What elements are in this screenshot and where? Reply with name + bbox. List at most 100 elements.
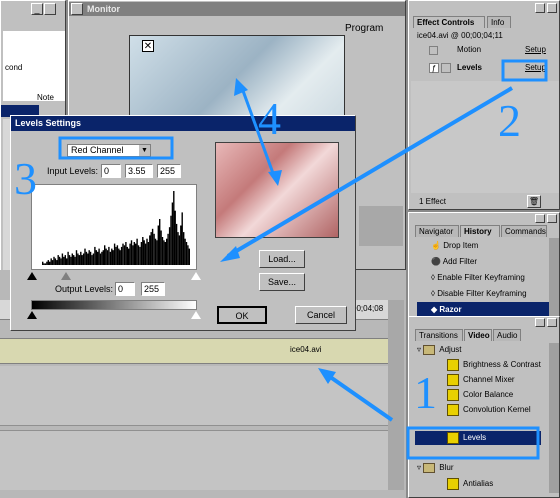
tab-commands[interactable]: Commands (501, 225, 547, 237)
history-item-label: Razor (439, 305, 462, 314)
effect-label: Antialias (463, 479, 494, 488)
output-white-field[interactable]: 255 (141, 282, 165, 296)
load-button[interactable]: Load... (259, 250, 305, 268)
panel-close-button[interactable] (547, 3, 557, 13)
tab-history[interactable]: History (460, 225, 500, 237)
effect-icon (447, 358, 459, 371)
output-white-triangle-icon[interactable] (191, 311, 201, 319)
clip-label: ice04.avi @ 00;00;04;11 (417, 31, 503, 40)
history-minimize-button[interactable] (535, 214, 545, 223)
input-white-field[interactable]: 255 (157, 164, 181, 178)
trash-icon[interactable]: 🗑 (527, 195, 541, 208)
maximize-button[interactable] (44, 3, 56, 15)
histogram (42, 191, 190, 265)
keyframe-toggle-icon[interactable] (441, 63, 451, 73)
histogram-bar (94, 246, 96, 265)
histogram-bar (168, 227, 171, 265)
tab-audio[interactable]: Audio (493, 329, 521, 341)
histogram-bar (92, 253, 95, 265)
levels-setup-link[interactable]: Setup (525, 63, 546, 72)
video-panel-header (409, 317, 559, 329)
histogram-bar (85, 251, 88, 265)
history-item[interactable]: ◊ Enable Filter Keyframing (417, 270, 553, 285)
history-scrollbar[interactable] (549, 238, 559, 318)
cancel-button[interactable]: Cancel (295, 306, 347, 324)
output-black-field[interactable]: 0 (115, 282, 135, 296)
dialog-title: Levels Settings (15, 118, 82, 128)
tab-note[interactable]: Note (37, 93, 54, 102)
video-minimize-button[interactable] (535, 318, 545, 327)
video-close-button[interactable] (547, 318, 557, 327)
black-point-triangle-icon[interactable] (27, 272, 37, 280)
motion-setup-link[interactable]: Setup (525, 45, 546, 54)
histogram-bar (99, 253, 102, 265)
levels-settings-dialog: Levels Settings Red Channel ▼ Input Leve… (10, 115, 356, 331)
histogram-bar (108, 246, 110, 265)
input-gamma-field[interactable]: 3.55 (125, 164, 153, 178)
histogram-bar (132, 245, 134, 265)
input-black-field[interactable]: 0 (101, 164, 121, 178)
channel-select[interactable]: Red Channel ▼ (67, 144, 151, 157)
folder-label: Adjust (439, 345, 462, 354)
close-icon[interactable]: ✕ (142, 40, 154, 52)
checkbox-icon[interactable] (429, 46, 438, 55)
effect-count-status: 1 Effect (419, 197, 446, 206)
video-scrollbar[interactable] (549, 343, 559, 493)
histogram-bar (109, 251, 112, 265)
video-effect-item[interactable]: Antialias (415, 477, 541, 491)
output-black-triangle-icon[interactable] (27, 311, 37, 319)
ok-button[interactable]: OK (217, 306, 267, 324)
tab-navigator[interactable]: Navigator (415, 225, 459, 237)
white-point-triangle-icon[interactable] (191, 272, 201, 280)
history-item[interactable]: ⚫ Add Filter (417, 254, 553, 269)
histogram-bar (187, 245, 189, 265)
gamma-triangle-icon[interactable] (61, 272, 71, 280)
histogram-bar (159, 219, 161, 265)
video-effect-item-selected[interactable]: Levels (415, 431, 541, 445)
callout-number: 1 (414, 367, 437, 418)
fx-toggle-icon[interactable]: ƒ (429, 63, 439, 73)
effect-row-levels[interactable]: ƒ Levels Setup (417, 61, 557, 77)
tab-info[interactable]: Info (487, 16, 511, 28)
save-button[interactable]: Save... (259, 273, 305, 291)
history-item[interactable]: ☝ Drop Item (417, 238, 553, 253)
histogram-bar (113, 243, 116, 265)
histogram-bar (111, 248, 113, 265)
timeline-scrollbar[interactable] (388, 300, 404, 490)
expand-icon[interactable]: ▿ (417, 463, 421, 472)
channel-value: Red Channel (71, 145, 124, 155)
histogram-bar (163, 240, 165, 265)
histogram-bar (149, 235, 151, 265)
effect-row-motion[interactable]: Motion Setup (417, 44, 557, 58)
histogram-bar (175, 223, 178, 265)
panel-minimize-button[interactable] (535, 3, 545, 13)
input-slider-track[interactable] (27, 272, 201, 282)
histogram-bar (46, 261, 48, 265)
effect-icon (447, 388, 459, 401)
motion-label: Motion (457, 45, 482, 54)
tab-effect-controls[interactable]: Effect Controls (413, 16, 485, 28)
history-item[interactable]: ◊ Disable Filter Keyframing (417, 286, 553, 301)
histogram-bar (44, 263, 47, 265)
histogram-bar (73, 255, 75, 265)
history-item-label: Disable Filter Keyframing (437, 289, 527, 298)
history-close-button[interactable] (547, 214, 557, 223)
tab-video[interactable]: Video (464, 329, 492, 341)
histogram-bar (105, 248, 107, 265)
monitor-minimize-button[interactable] (71, 3, 83, 15)
dialog-titlebar[interactable]: Levels Settings (11, 116, 355, 131)
expand-icon[interactable]: ▿ (417, 345, 421, 354)
history-item-selected[interactable]: ◆ Razor (417, 302, 553, 317)
effect-controls-header (409, 1, 559, 17)
folder-adjust[interactable]: ▿ Adjust (415, 343, 541, 357)
folder-blur[interactable]: ▿ Blur (415, 461, 541, 475)
output-slider-track[interactable] (27, 311, 201, 321)
monitor-titlebar[interactable]: Monitor (69, 2, 405, 16)
histogram-bar (137, 245, 140, 265)
tab-transitions[interactable]: Transitions (415, 329, 463, 341)
histogram-bar (42, 261, 44, 265)
histogram-bar (174, 210, 176, 265)
chevron-down-icon[interactable]: ▼ (139, 145, 150, 156)
clip-name[interactable]: ice04.avi (290, 345, 322, 354)
minimize-button[interactable]: _ (31, 3, 43, 15)
